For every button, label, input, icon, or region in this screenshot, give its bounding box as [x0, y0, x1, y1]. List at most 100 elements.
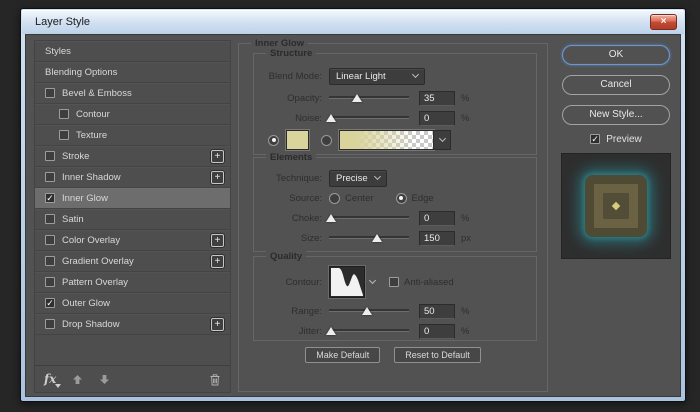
noise-slider[interactable] [326, 112, 409, 124]
slider-track[interactable] [329, 329, 409, 331]
sidebar-item-label: Color Overlay [62, 234, 121, 246]
arrow-down-icon [100, 374, 110, 384]
sidebar-item-inner-shadow[interactable]: Inner Shadow + [35, 167, 230, 188]
contour-label: Contour: [285, 276, 322, 288]
slider-track[interactable] [329, 96, 409, 98]
sidebar-item-pattern-overlay[interactable]: Pattern Overlay [35, 272, 230, 293]
solid-color-radio[interactable] [268, 134, 279, 146]
cancel-button[interactable]: Cancel [562, 75, 670, 95]
size-slider[interactable] [329, 232, 409, 244]
slider-track[interactable] [329, 116, 409, 118]
sidebar-item-label: Gradient Overlay [62, 255, 134, 267]
new-style-button[interactable]: New Style... [562, 105, 670, 125]
sidebar-item-bevel-emboss[interactable]: Bevel & Emboss [35, 83, 230, 104]
delete-effect-button[interactable] [209, 373, 221, 386]
close-button[interactable]: × [650, 14, 677, 30]
sidebar-item-inner-glow[interactable]: ✓ Inner Glow [35, 188, 230, 209]
effect-checkbox[interactable] [45, 319, 55, 329]
range-input[interactable]: 50 [419, 303, 455, 319]
jitter-input[interactable]: 0 [419, 323, 455, 339]
slider-thumb[interactable] [326, 214, 337, 222]
ok-button[interactable]: OK [562, 45, 670, 65]
sidebar-item-label: Satin [62, 213, 84, 225]
slider-thumb[interactable] [326, 114, 337, 122]
sidebar-item-color-overlay[interactable]: Color Overlay + [35, 230, 230, 251]
effect-checkbox[interactable] [45, 235, 55, 245]
glow-color-swatch[interactable] [286, 130, 309, 150]
size-input[interactable]: 150 [419, 230, 455, 246]
add-instance-button[interactable]: + [211, 170, 224, 184]
effect-checkbox[interactable] [59, 130, 69, 140]
sidebar-item-label: Pattern Overlay [62, 276, 128, 288]
sidebar-item-outer-glow[interactable]: ✓ Outer Glow [35, 293, 230, 314]
add-instance-button[interactable]: + [211, 149, 224, 163]
gradient-picker-button[interactable] [434, 130, 451, 150]
sidebar-item-drop-shadow[interactable]: Drop Shadow + [35, 314, 230, 335]
sidebar-item-blending-options[interactable]: Blending Options [35, 62, 230, 83]
contour-thumbnail[interactable] [329, 266, 365, 298]
effect-checkbox[interactable] [45, 172, 55, 182]
technique-select[interactable]: Precise [329, 169, 387, 187]
quality-group: Quality Contour: Anti-aliased Range: 50 … [253, 251, 537, 341]
choke-slider[interactable] [326, 212, 409, 224]
slider-track[interactable] [329, 216, 409, 218]
technique-value: Precise [336, 172, 368, 184]
sidebar-item-satin[interactable]: Satin [35, 209, 230, 230]
move-effect-up-button[interactable] [72, 374, 83, 385]
sidebar-item-styles[interactable]: Styles [35, 41, 230, 62]
add-instance-button[interactable]: + [211, 254, 224, 268]
reset-to-default-button[interactable]: Reset to Default [394, 347, 481, 363]
opacity-slider[interactable] [329, 92, 409, 104]
sidebar-item-contour[interactable]: Contour [35, 104, 230, 125]
sidebar-item-texture[interactable]: Texture [35, 125, 230, 146]
trash-icon [210, 373, 220, 385]
jitter-label: Jitter: [298, 325, 322, 337]
gradient-preview[interactable] [339, 130, 434, 150]
contour-picker-button[interactable] [365, 266, 379, 298]
sidebar-item-label: Texture [76, 129, 108, 141]
slider-thumb[interactable] [362, 307, 373, 315]
preview-inner-band [594, 184, 638, 228]
choke-input[interactable]: 0 [419, 210, 455, 226]
fx-menu-button[interactable]: fx [44, 372, 62, 388]
jitter-unit: % [461, 325, 470, 337]
noise-label: Noise: [295, 112, 322, 124]
effect-checkbox[interactable]: ✓ [45, 193, 55, 203]
effect-checkbox[interactable] [45, 214, 55, 224]
range-unit: % [461, 305, 470, 317]
make-default-button[interactable]: Make Default [305, 347, 381, 363]
slider-thumb[interactable] [326, 327, 337, 335]
slider-thumb[interactable] [372, 234, 382, 242]
range-slider[interactable] [329, 305, 409, 317]
anti-aliased-checkbox[interactable] [389, 277, 399, 287]
noise-input[interactable]: 0 [419, 110, 455, 126]
fx-caret-icon [55, 384, 62, 388]
source-label: Source: [289, 192, 322, 204]
sidebar-item-stroke[interactable]: Stroke + [35, 146, 230, 167]
effect-checkbox[interactable] [45, 277, 55, 287]
effect-checkbox[interactable] [45, 151, 55, 161]
source-center-radio[interactable] [329, 192, 340, 204]
sidebar-item-gradient-overlay[interactable]: Gradient Overlay + [35, 251, 230, 272]
preview-center-dot [611, 201, 621, 211]
sidebar-item-label: Inner Glow [62, 192, 108, 204]
move-effect-down-button[interactable] [99, 374, 110, 385]
effect-checkbox[interactable] [45, 256, 55, 266]
inner-glow-panel: Inner Glow Structure Blend Mode: Linear … [238, 38, 548, 392]
preview-checkbox[interactable]: ✓ [590, 134, 601, 144]
effect-checkbox[interactable] [59, 109, 69, 119]
source-edge-radio[interactable] [395, 192, 407, 204]
add-instance-button[interactable]: + [211, 233, 224, 247]
close-icon: × [660, 16, 667, 27]
add-instance-button[interactable]: + [211, 317, 224, 331]
titlebar[interactable]: Layer Style × [22, 10, 684, 34]
slider-thumb[interactable] [352, 94, 362, 102]
source-edge-label: Edge [411, 192, 434, 204]
effect-checkbox[interactable]: ✓ [45, 298, 55, 308]
jitter-slider[interactable] [326, 325, 409, 337]
opacity-input[interactable]: 35 [419, 90, 455, 106]
effect-checkbox[interactable] [45, 88, 55, 98]
blend-mode-select[interactable]: Linear Light [329, 67, 425, 85]
gradient-radio[interactable] [321, 134, 332, 146]
slider-track[interactable] [329, 236, 409, 238]
